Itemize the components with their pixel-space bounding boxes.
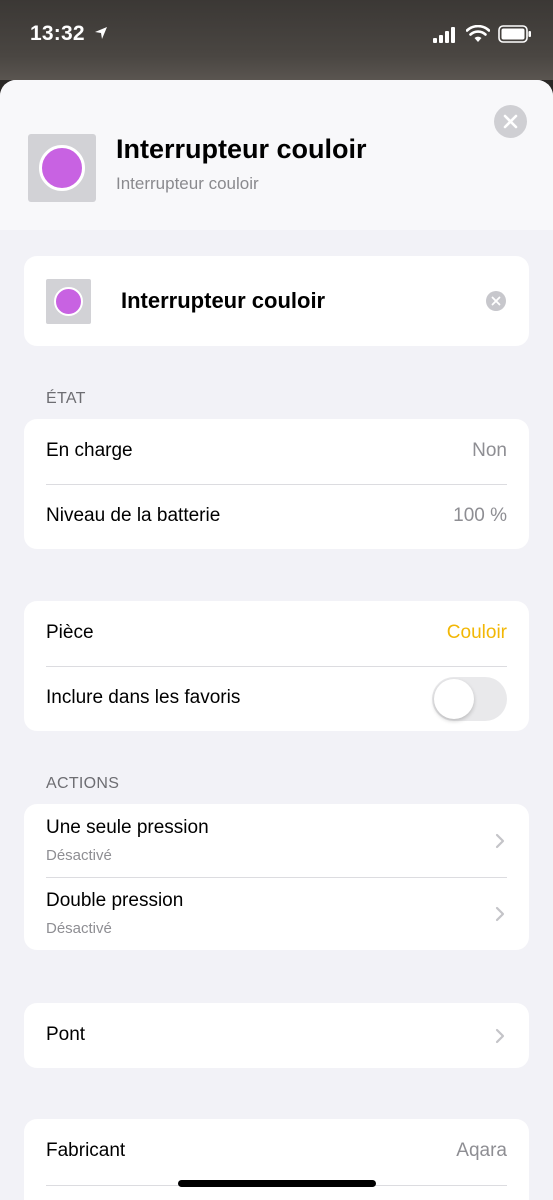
clear-name-button[interactable]	[486, 291, 506, 311]
home-indicator[interactable]	[178, 1180, 376, 1187]
double-press-label: Double pression	[46, 890, 184, 911]
favorites-label: Inclure dans les favoris	[46, 687, 241, 708]
page-title: Interrupteur couloir	[116, 134, 367, 164]
accessory-color-dot-small	[54, 287, 83, 316]
close-icon	[503, 114, 518, 129]
row-room[interactable]: Pièce Couloir	[24, 601, 529, 666]
manufacturer-value: Aqara	[456, 1140, 507, 1161]
status-time: 13:32	[30, 22, 85, 45]
close-button[interactable]	[494, 105, 527, 138]
page-subtitle: Interrupteur couloir	[116, 174, 259, 193]
clear-icon	[491, 296, 501, 306]
row-double-press[interactable]: Double pression Désactivé	[24, 877, 529, 950]
sheet-header: Interrupteur couloir Interrupteur couloi…	[0, 80, 553, 230]
accessory-color-dot	[39, 145, 85, 191]
accessory-name-field[interactable]: Interrupteur couloir	[121, 288, 325, 314]
section-title-etat: ÉTAT	[46, 390, 86, 407]
charging-value: Non	[472, 440, 507, 461]
accessory-detail-sheet: Interrupteur couloir Interrupteur couloi…	[0, 80, 553, 1200]
row-battery-level: Niveau de la batterie 100 %	[24, 484, 529, 549]
accessory-thumbnail	[28, 134, 96, 202]
room-value[interactable]: Couloir	[447, 622, 507, 644]
section-title-actions: ACTIONS	[46, 775, 120, 792]
single-press-label: Une seule pression	[46, 817, 209, 838]
cellular-signal-icon	[433, 27, 455, 43]
info-card: Fabricant Aqara	[24, 1119, 529, 1200]
row-charging: En charge Non	[24, 419, 529, 484]
row-manufacturer: Fabricant Aqara	[24, 1119, 529, 1185]
location-arrow-icon	[95, 27, 107, 39]
bridge-label: Pont	[46, 1024, 86, 1045]
row-bridge[interactable]: Pont	[24, 1003, 529, 1068]
manufacturer-label: Fabricant	[46, 1140, 126, 1161]
room-label: Pièce	[46, 622, 94, 643]
room-card: Pièce Couloir Inclure dans les favoris	[24, 601, 529, 731]
bridge-card: Pont	[24, 1003, 529, 1068]
chevron-right-icon	[495, 906, 505, 921]
battery-level-value: 100 %	[453, 505, 507, 526]
favorites-toggle[interactable]	[432, 677, 507, 721]
toggle-knob	[434, 679, 474, 719]
double-press-status: Désactivé	[46, 920, 112, 937]
row-single-press[interactable]: Une seule pression Désactivé	[24, 804, 529, 877]
wifi-icon	[466, 25, 490, 42]
state-card: En charge Non Niveau de la batterie 100 …	[24, 419, 529, 549]
row-next	[24, 1185, 529, 1200]
chevron-right-icon	[495, 833, 505, 848]
charging-label: En charge	[46, 440, 133, 461]
accessory-thumbnail-small	[46, 279, 91, 324]
status-bar: 13:32	[0, 0, 553, 80]
single-press-status: Désactivé	[46, 847, 112, 864]
battery-level-label: Niveau de la batterie	[46, 505, 221, 526]
accessory-name-card[interactable]: Interrupteur couloir	[24, 256, 529, 346]
row-favorites: Inclure dans les favoris	[24, 666, 529, 731]
actions-card: Une seule pression Désactivé Double pres…	[24, 804, 529, 950]
battery-icon	[498, 25, 531, 43]
chevron-right-icon	[495, 1028, 505, 1043]
